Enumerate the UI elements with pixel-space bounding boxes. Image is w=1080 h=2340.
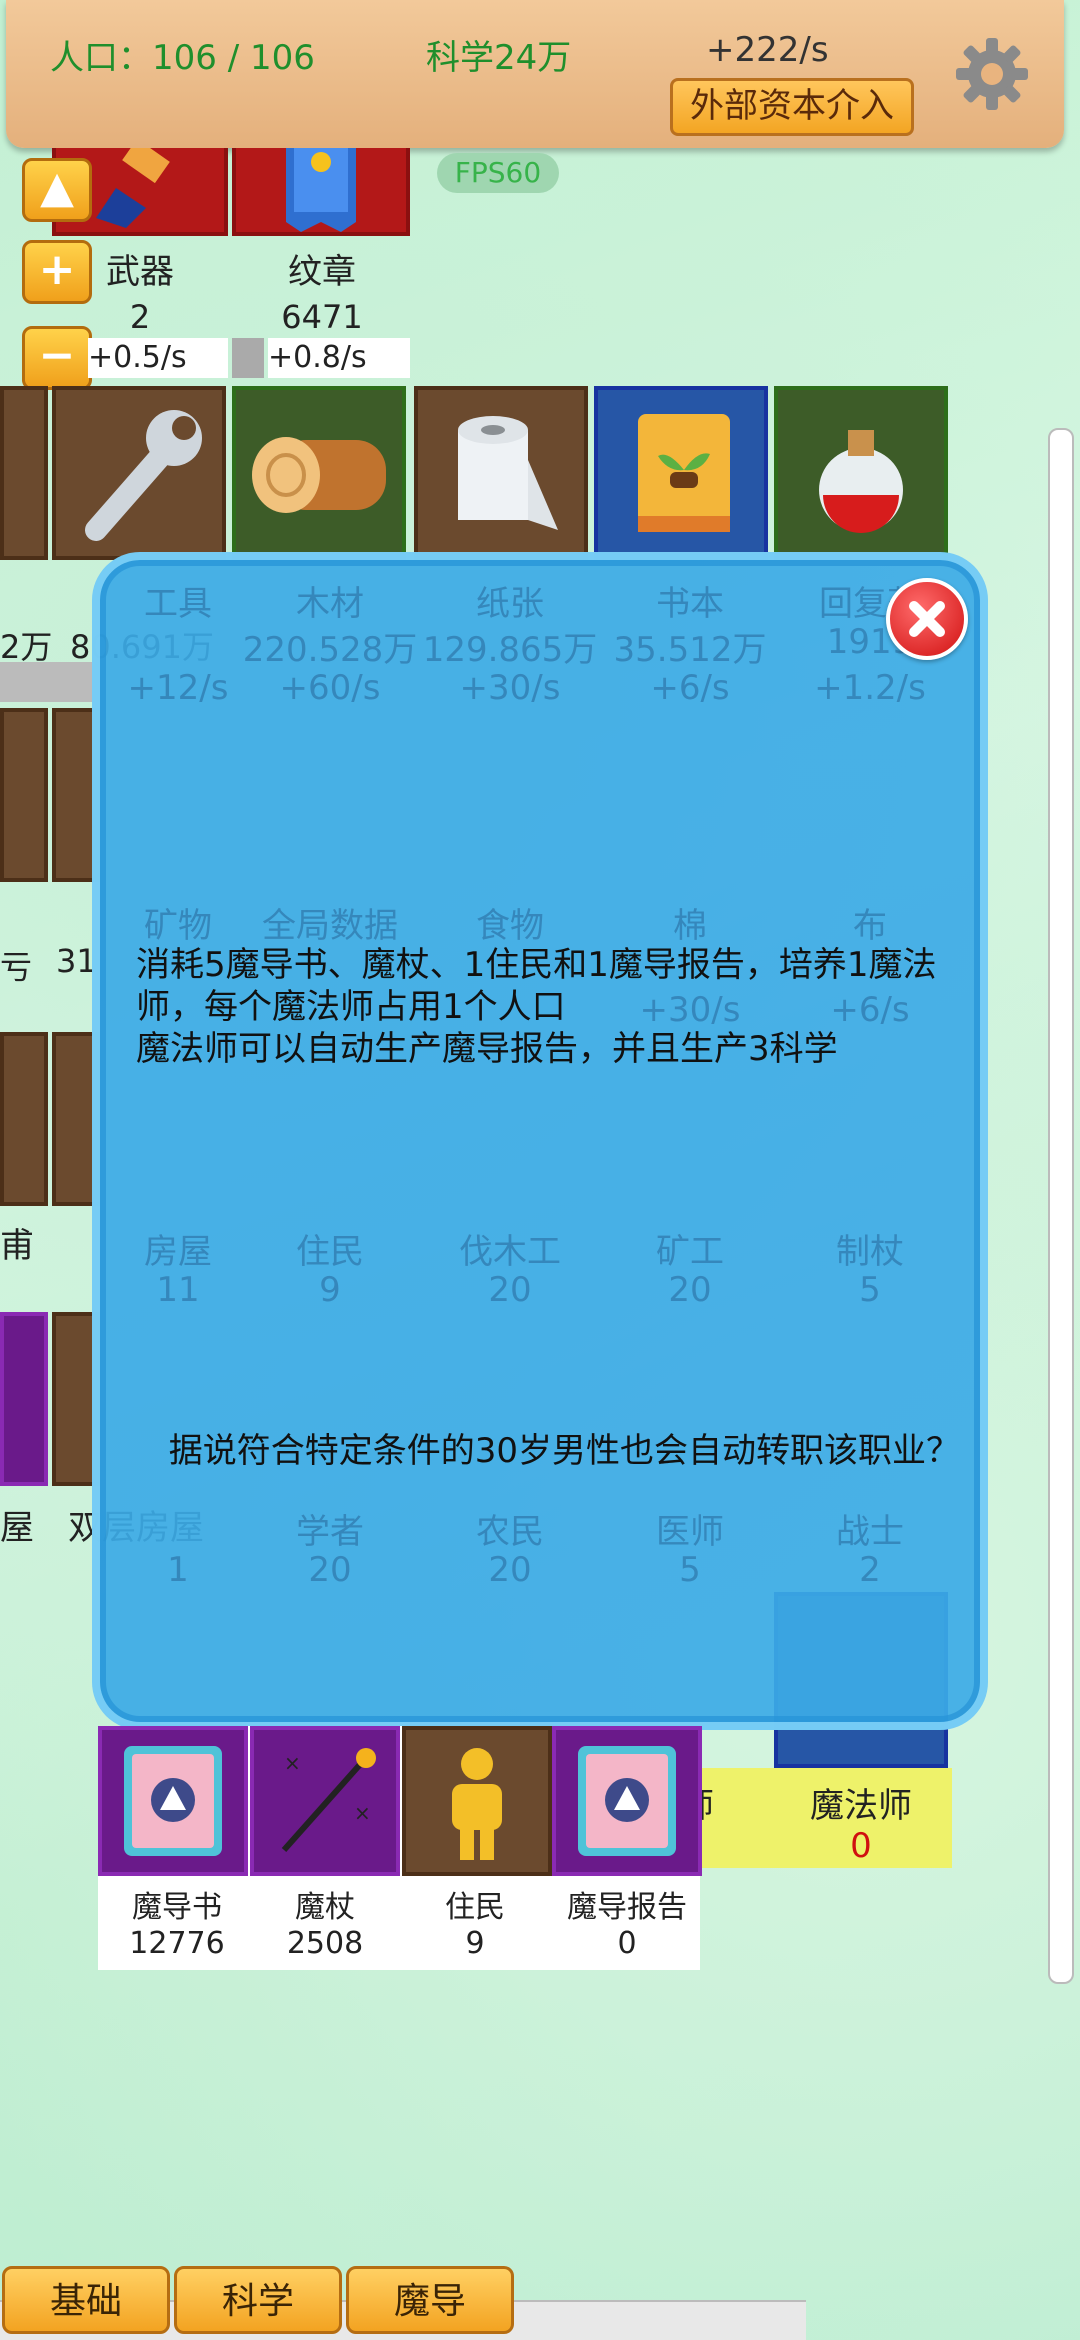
faded-label: 学者 bbox=[296, 1512, 364, 1552]
faded-label: 布 bbox=[853, 906, 887, 946]
wood-tile[interactable] bbox=[232, 386, 406, 560]
person-icon bbox=[452, 1748, 502, 1860]
faded-label: 纸张 bbox=[476, 584, 544, 624]
potion-icon bbox=[819, 430, 903, 533]
faded-label: 住民 bbox=[296, 1232, 364, 1272]
faded-value: 35.512万 bbox=[613, 630, 767, 670]
wrench-icon bbox=[85, 410, 202, 541]
faded-value: 20 bbox=[488, 1550, 532, 1590]
partial-value: 31 bbox=[56, 942, 97, 980]
faded-value: 20 bbox=[308, 1550, 352, 1590]
weapon-rate: +0.5/s bbox=[88, 338, 228, 378]
faded-label: 医师 bbox=[656, 1512, 724, 1552]
banner-icon bbox=[286, 148, 356, 232]
grimoire-label: 魔导书 bbox=[132, 1890, 222, 1925]
wand-cost-tile[interactable]: × × bbox=[250, 1726, 400, 1876]
close-button[interactable] bbox=[886, 578, 968, 660]
resident-label: 住民 bbox=[445, 1890, 505, 1925]
partial-label: 屋 bbox=[0, 1508, 34, 1548]
faded-label: 书本 bbox=[656, 584, 724, 624]
faded-label: 伐木工 bbox=[459, 1232, 561, 1272]
faded-label: 棉 bbox=[673, 906, 707, 946]
gear-icon[interactable] bbox=[954, 36, 1030, 112]
partial-tile[interactable] bbox=[0, 1032, 48, 1206]
wand-icon: × × bbox=[281, 1748, 376, 1852]
emblem-tile[interactable] bbox=[232, 148, 410, 236]
faded-value: 20 bbox=[488, 1270, 532, 1310]
partial-tile[interactable] bbox=[0, 386, 48, 560]
book-icon bbox=[638, 414, 730, 532]
faded-rate: +60/s bbox=[279, 668, 381, 708]
scroll-up-button[interactable]: ▲ bbox=[22, 158, 92, 222]
close-icon bbox=[909, 601, 945, 637]
resident-value: 9 bbox=[465, 1926, 485, 1961]
emblem-label: 纹章 bbox=[288, 252, 356, 292]
book-tile[interactable] bbox=[594, 386, 768, 560]
paper-tile[interactable] bbox=[414, 386, 588, 560]
description-line: 消耗5魔导书、魔杖、1住民和1魔导报告，培养1魔法师，每个魔法师占用1个人口 bbox=[136, 945, 937, 1027]
recruit-dialog: 工具 木材 纸张 书本 回复药 220.528万 129.865万 35.512… bbox=[92, 552, 988, 1730]
tab-science[interactable]: 科学 bbox=[174, 2266, 342, 2334]
fps-indicator: FPS60 bbox=[437, 153, 559, 193]
top-status-bar: 人口：106 / 106 科学24万 +222/s 外部资本介入 bbox=[6, 0, 1064, 148]
tab-basic[interactable]: 基础 bbox=[2, 2266, 170, 2334]
faded-value: 5 bbox=[859, 1270, 881, 1310]
emblem-value: 6471 bbox=[281, 298, 363, 336]
grimoire-icon bbox=[124, 1746, 222, 1856]
wand-value: 2508 bbox=[286, 1926, 364, 1961]
dialog-quote: 据说符合特定条件的30岁男性也会自动转职该职业？ bbox=[168, 1431, 960, 1471]
science-counter: 科学24万 bbox=[426, 38, 572, 78]
population-counter: 人口：106 / 106 bbox=[50, 38, 315, 78]
resident-cost-tile[interactable] bbox=[402, 1726, 552, 1876]
science-rate: +222/s bbox=[706, 30, 829, 70]
faded-label: 食物 bbox=[476, 906, 544, 946]
faded-value: 2 bbox=[859, 1550, 881, 1590]
faded-rate: +30/s bbox=[459, 668, 561, 708]
external-capital-button[interactable]: 外部资本介入 bbox=[670, 78, 914, 136]
grimoire-icon bbox=[578, 1746, 676, 1856]
mage-count: 0 bbox=[850, 1826, 872, 1866]
dialog-description: 消耗5魔导书、魔杖、1住民和1魔导报告，培养1魔法师，每个魔法师占用1个人口 魔… bbox=[136, 944, 956, 1070]
faded-value: 20 bbox=[668, 1270, 712, 1310]
log-icon bbox=[252, 437, 386, 513]
faded-label: 矿工 bbox=[656, 1232, 724, 1272]
faded-rate: +1.2/s bbox=[814, 668, 926, 708]
weapon-value: 2 bbox=[129, 298, 151, 336]
grimoire-cost-tile[interactable] bbox=[98, 1726, 248, 1876]
faded-value: 5 bbox=[679, 1550, 701, 1590]
partial-tile[interactable] bbox=[0, 708, 48, 882]
faded-label: 全局数据 bbox=[262, 906, 398, 946]
faded-label: 战士 bbox=[836, 1512, 904, 1552]
faded-label: 农民 bbox=[476, 1512, 544, 1552]
report-label: 魔导报告 bbox=[567, 1890, 687, 1925]
vertical-scrollbar[interactable] bbox=[1048, 428, 1074, 1984]
faded-label: 木材 bbox=[296, 584, 364, 624]
mage-card: 魔法师 0 bbox=[770, 1768, 952, 1868]
svg-text:×: × bbox=[354, 1801, 371, 1825]
partial-label: 亏 bbox=[0, 948, 33, 986]
faded-value: 9 bbox=[319, 1270, 341, 1310]
grimoire-value: 12776 bbox=[129, 1926, 225, 1961]
description-line: 魔法师可以自动生产魔导报告，并且生产3科学 bbox=[136, 1029, 838, 1069]
faded-value: 220.528万 bbox=[242, 630, 418, 670]
report-value: 0 bbox=[617, 1926, 637, 1961]
weapon-label: 武器 bbox=[106, 252, 174, 292]
svg-text:×: × bbox=[284, 1751, 301, 1775]
partial-label: 甫 bbox=[0, 1226, 34, 1266]
potion-tile[interactable] bbox=[774, 386, 948, 560]
faded-value: 129.865万 bbox=[422, 630, 598, 670]
paper-roll-icon bbox=[458, 416, 558, 530]
partial-tile[interactable] bbox=[0, 1312, 48, 1486]
mage-label: 魔法师 bbox=[810, 1786, 912, 1826]
wand-label: 魔杖 bbox=[295, 1890, 355, 1925]
faded-label: 制杖 bbox=[836, 1232, 904, 1272]
report-cost-tile[interactable] bbox=[552, 1726, 702, 1876]
tab-magic[interactable]: 魔导 bbox=[346, 2266, 514, 2334]
emblem-rate: +0.8/s bbox=[268, 338, 410, 378]
faded-rate: +6/s bbox=[650, 668, 730, 708]
tool-tile[interactable] bbox=[52, 386, 226, 560]
